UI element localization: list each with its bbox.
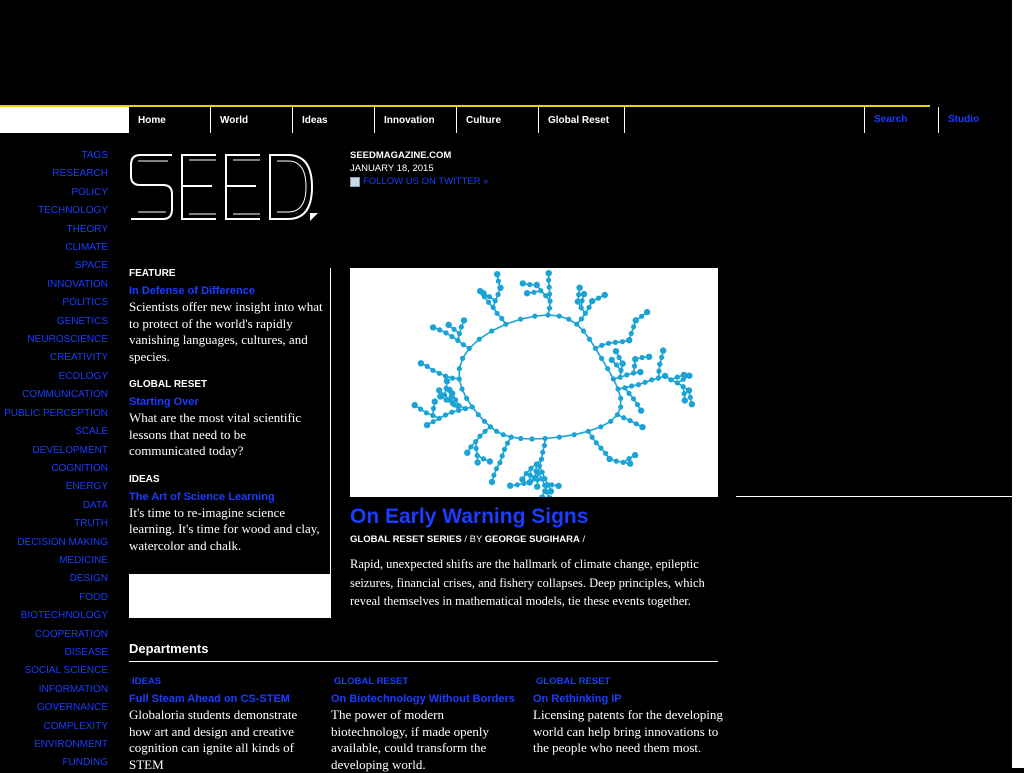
site-name: SEEDMAGAZINE.COM	[350, 149, 488, 162]
sidebar-tag-design[interactable]: DESIGN	[0, 570, 108, 588]
sidebar-tag-energy[interactable]: ENERGY	[0, 478, 108, 496]
features-divider	[330, 268, 331, 618]
feature-text: What are the most vital scientific lesso…	[129, 410, 324, 460]
department-item: GLOBAL RESET On Rethinking IP Licensing …	[533, 676, 723, 757]
nav-home[interactable]: Home	[129, 107, 211, 133]
sidebar-tag-environment[interactable]: ENVIRONMENT	[0, 736, 108, 754]
main-story-headline[interactable]: On Early Warning Signs	[350, 505, 588, 529]
seed-logo[interactable]	[128, 148, 320, 224]
sidebar-tag-public-perception[interactable]: PUBLIC PERCEPTION	[0, 405, 108, 423]
sidebar-tag-cooperation[interactable]: COOPERATION	[0, 626, 108, 644]
feature-item: FEATURE In Defense of Difference Scienti…	[129, 268, 324, 365]
feature-item: GLOBAL RESET Starting Over What are the …	[129, 379, 324, 460]
sidebar-tag-communication[interactable]: COMMUNICATION	[0, 386, 108, 404]
twitter-label: FOLLOW US ON TWITTER »	[363, 175, 488, 188]
sidebar-tag-food[interactable]: FOOD	[0, 589, 108, 607]
main-story-image[interactable]	[350, 268, 718, 497]
sidebar-tag-scale[interactable]: SCALE	[0, 423, 108, 441]
department-text: Globaloria students demonstrate how art …	[129, 707, 319, 773]
department-kicker: GLOBAL RESET	[536, 676, 723, 687]
feature-text: Scientists offer new insight into what t…	[129, 299, 324, 365]
right-rule	[736, 496, 1012, 497]
feature-kicker: IDEAS	[129, 474, 324, 485]
nav-world[interactable]: World	[211, 107, 293, 133]
site-date: JANUARY 18, 2015	[350, 162, 488, 175]
sidebar-tag-policy[interactable]: POLICY	[0, 184, 108, 202]
feature-kicker: GLOBAL RESET	[129, 379, 324, 390]
sidebar-tag-genetics[interactable]: GENETICS	[0, 313, 108, 331]
sidebar-tag-neuroscience[interactable]: NEUROSCIENCE	[0, 331, 108, 349]
sidebar-tag-ecology[interactable]: ECOLOGY	[0, 368, 108, 386]
sidebar-tag-technology[interactable]: TECHNOLOGY	[0, 202, 108, 220]
departments-rule	[129, 661, 718, 662]
nav-search[interactable]: Search	[864, 107, 938, 133]
twitter-icon	[350, 177, 360, 187]
nav-culture[interactable]: Culture	[457, 107, 539, 133]
network-illustration	[412, 270, 696, 497]
sidebar-tag-disease[interactable]: DISEASE	[0, 644, 108, 662]
page-right-border	[1012, 0, 1024, 768]
site-info: SEEDMAGAZINE.COM JANUARY 18, 2015 FOLLOW…	[350, 149, 488, 188]
sidebar-tag-innovation[interactable]: INNOVATION	[0, 276, 108, 294]
sidebar-tag-biotechnology[interactable]: BIOTECHNOLOGY	[0, 607, 108, 625]
nav-global-reset[interactable]: Global Reset	[539, 107, 625, 133]
department-title-link[interactable]: Full Steam Ahead on CS-STEM	[129, 693, 319, 705]
sidebar-tag-decision-making[interactable]: DECISION MAKING	[0, 534, 108, 552]
feature-title-link[interactable]: Starting Over	[129, 396, 324, 408]
sidebar-tag-data[interactable]: DATA	[0, 497, 108, 515]
department-title-link[interactable]: On Biotechnology Without Borders	[331, 693, 521, 705]
departments-title: Departments	[129, 641, 208, 656]
byline-author: GEORGE SUGIHARA	[485, 534, 580, 545]
byline-series: GLOBAL RESET SERIES	[350, 534, 462, 545]
sidebar-tag-social-science[interactable]: SOCIAL SCIENCE	[0, 662, 108, 680]
main-story-summary: Rapid, unexpected shifts are the hallmar…	[350, 555, 722, 611]
feature-kicker: FEATURE	[129, 268, 324, 279]
feature-text: It's time to re-imagine science learning…	[129, 505, 324, 555]
sidebar-tag-politics[interactable]: POLITICS	[0, 294, 108, 312]
sidebar-tag-funding[interactable]: FUNDING	[0, 754, 108, 772]
department-text: Licensing patents for the developing wor…	[533, 707, 723, 757]
department-kicker: IDEAS	[132, 676, 319, 687]
nav-ideas[interactable]: Ideas	[293, 107, 375, 133]
department-title-link[interactable]: On Rethinking IP	[533, 693, 723, 705]
sidebar-tag-information[interactable]: INFORMATION	[0, 681, 108, 699]
department-item: IDEAS Full Steam Ahead on CS-STEM Global…	[129, 676, 319, 773]
twitter-link[interactable]: FOLLOW US ON TWITTER »	[350, 175, 488, 188]
features-column: FEATURE In Defense of Difference Scienti…	[129, 268, 324, 568]
byline-trail: /	[580, 534, 585, 545]
sidebar-tag-complexity[interactable]: COMPLEXITY	[0, 718, 108, 736]
sidebar-tag-space[interactable]: SPACE	[0, 257, 108, 275]
nav-studio[interactable]: Studio	[938, 107, 1012, 133]
department-text: The power of modern biotechnology, if ma…	[331, 707, 521, 773]
sidebar-tag-development[interactable]: DEVELOPMENT	[0, 442, 108, 460]
feature-title-link[interactable]: The Art of Science Learning	[129, 491, 324, 503]
sidebar-tag-theory[interactable]: THEORY	[0, 221, 108, 239]
sidebar-tag-tags[interactable]: TAGS	[0, 147, 108, 165]
main-nav: Home World Ideas Innovation Culture Glob…	[129, 107, 625, 133]
department-kicker: GLOBAL RESET	[334, 676, 521, 687]
sidebar-tag-truth[interactable]: TRUTH	[0, 515, 108, 533]
sidebar-tag-creativity[interactable]: CREATIVITY	[0, 349, 108, 367]
nav-innovation[interactable]: Innovation	[375, 107, 457, 133]
feature-title-link[interactable]: In Defense of Difference	[129, 285, 324, 297]
header-left-block	[0, 107, 129, 133]
sidebar-tags: TAGSRESEARCHPOLICYTECHNOLOGYTHEORYCLIMAT…	[0, 147, 108, 773]
feature-item: IDEAS The Art of Science Learning It's t…	[129, 474, 324, 555]
department-item: GLOBAL RESET On Biotechnology Without Bo…	[331, 676, 521, 773]
main-story-byline: GLOBAL RESET SERIES / BY GEORGE SUGIHARA…	[350, 534, 585, 545]
sidebar-tag-research[interactable]: RESEARCH	[0, 165, 108, 183]
features-footer-block	[129, 574, 331, 618]
sidebar-tag-medicine[interactable]: MEDICINE	[0, 552, 108, 570]
sidebar-tag-climate[interactable]: CLIMATE	[0, 239, 108, 257]
byline-by: / BY	[462, 534, 485, 545]
sidebar-tag-governance[interactable]: GOVERNANCE	[0, 699, 108, 717]
sidebar-tag-cognition[interactable]: COGNITION	[0, 460, 108, 478]
